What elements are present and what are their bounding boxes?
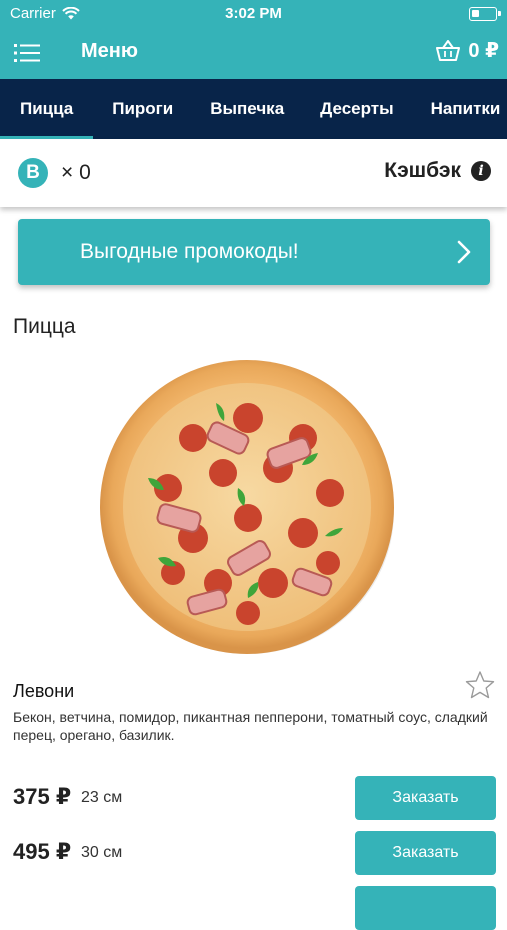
status-time: 3:02 PM bbox=[225, 5, 282, 22]
basket-icon bbox=[436, 39, 461, 61]
product-name: Левони bbox=[13, 681, 75, 701]
section-title: Пицца bbox=[13, 315, 76, 338]
favorite-star-icon[interactable] bbox=[465, 670, 495, 700]
cashback-button[interactable]: Кэшбэк i bbox=[384, 159, 491, 183]
menu-icon[interactable] bbox=[14, 41, 40, 65]
order-button[interactable]: Заказать bbox=[355, 776, 496, 820]
bonus-coin-icon: B bbox=[18, 158, 48, 188]
tab-pies[interactable]: Пироги bbox=[112, 79, 173, 139]
bonus-count: × 0 bbox=[61, 161, 91, 184]
battery-icon bbox=[469, 7, 501, 21]
cart-button[interactable]: 0 ₽ bbox=[436, 38, 499, 63]
chevron-right-icon bbox=[457, 240, 471, 264]
cart-total: 0 ₽ bbox=[468, 40, 499, 62]
product-description: Бекон, ветчина, помидор, пикантная пеппе… bbox=[13, 709, 488, 743]
price-option-partial bbox=[0, 886, 507, 930]
size: 30 см bbox=[81, 844, 123, 861]
nav-bar: Меню 0 ₽ bbox=[0, 28, 507, 79]
pizza-image[interactable] bbox=[98, 358, 398, 658]
order-button-partial[interactable] bbox=[355, 886, 496, 930]
tab-bakery[interactable]: Выпечка bbox=[210, 79, 284, 139]
cashback-label: Кэшбэк bbox=[384, 159, 461, 182]
tab-pizza[interactable]: Пицца bbox=[0, 79, 94, 139]
page-title: Меню bbox=[81, 40, 138, 62]
bonus-row: B × 0 Кэшбэк i bbox=[0, 139, 507, 207]
price: 375 ₽ bbox=[13, 784, 72, 809]
size: 23 см bbox=[81, 789, 123, 806]
order-button[interactable]: Заказать bbox=[355, 831, 496, 875]
price-option: 375 ₽ 23 см Заказать bbox=[0, 776, 507, 820]
price: 495 ₽ bbox=[13, 839, 72, 864]
promo-label: Выгодные промокоды! bbox=[80, 240, 299, 263]
status-bar: Carrier 3:02 PM bbox=[0, 0, 507, 28]
tab-desserts[interactable]: Десерты bbox=[320, 79, 393, 139]
price-option: 495 ₽ 30 см Заказать bbox=[0, 831, 507, 875]
tab-drinks[interactable]: Напитки bbox=[431, 79, 501, 139]
promo-codes-button[interactable]: Выгодные промокоды! bbox=[18, 219, 490, 285]
info-icon[interactable]: i bbox=[471, 161, 491, 181]
category-tabs: Пицца Пироги Выпечка Десерты Напитки bbox=[0, 79, 507, 139]
